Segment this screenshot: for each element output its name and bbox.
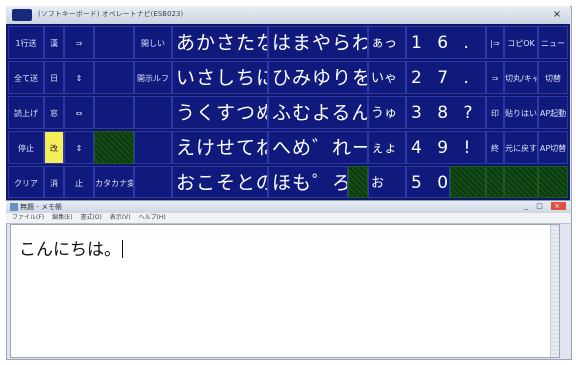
- key-kana-row-ho[interactable]: ほも゜ろ: [268, 166, 348, 198]
- key-katakana-convert[interactable]: カタカナ変: [94, 166, 134, 198]
- keyboard-app-icon: [12, 9, 32, 21]
- key-stop[interactable]: 停止: [8, 131, 44, 164]
- key-nichi[interactable]: 日: [44, 61, 64, 94]
- key-blank-4[interactable]: [134, 96, 172, 129]
- menu-file[interactable]: ファイル(F): [12, 213, 44, 223]
- key-kana-row-a[interactable]: あかさたな: [172, 26, 268, 59]
- key-small-kana-4[interactable]: ぇょ: [368, 131, 406, 164]
- key-new[interactable]: 開しい: [134, 26, 172, 59]
- key-window[interactable]: 窓: [44, 96, 64, 129]
- key-kana-row-hi[interactable]: ひみゆりを: [268, 61, 368, 94]
- key-kana-row-he[interactable]: へめ゛れー: [268, 131, 368, 164]
- key-copy-ok[interactable]: コピOK: [504, 26, 538, 59]
- key-numbers-4[interactable]: 4 9 ! 」: [406, 131, 486, 164]
- key-highlight-5[interactable]: [504, 166, 538, 198]
- key-arrow-updown[interactable]: ⇕: [64, 61, 94, 94]
- close-button[interactable]: ×: [550, 8, 564, 21]
- keyboard-title-bar[interactable]: (ソフトキーボード) オペレートナビ(ESB023) ×: [6, 6, 570, 25]
- key-blank-2[interactable]: [94, 61, 134, 94]
- notepad-edit-area[interactable]: こんにちは。: [10, 224, 560, 358]
- notepad-menu-bar: ファイル(F) 編集(E) 書式(O) 表示(V) ヘルプ(H): [6, 213, 570, 224]
- key-paste[interactable]: 貼りはい: [504, 96, 538, 129]
- notepad-close-button[interactable]: ×: [551, 202, 566, 210]
- key-blank-6[interactable]: [134, 166, 172, 198]
- key-highlight-4[interactable]: [486, 166, 504, 198]
- key-arrow-leftright[interactable]: ⇔: [64, 96, 94, 129]
- key-switch-app[interactable]: AP切替: [538, 131, 568, 164]
- key-jump-right-2[interactable]: ⇒: [486, 61, 504, 94]
- key-delete[interactable]: 消: [44, 166, 64, 198]
- notepad-icon: [10, 203, 18, 211]
- minimize-maximize-buttons[interactable]: _ □: [525, 202, 546, 210]
- key-kana-row-fu[interactable]: ふむよるん: [268, 96, 368, 129]
- key-end[interactable]: 終: [486, 131, 504, 164]
- key-kana-row-e[interactable]: えけせてね: [172, 131, 268, 164]
- key-read-aloud[interactable]: 読上げ: [8, 96, 44, 129]
- notepad-title: 無題 - メモ帳: [20, 203, 62, 211]
- key-print[interactable]: 印: [486, 96, 504, 129]
- key-blank[interactable]: [94, 26, 134, 59]
- key-undo[interactable]: 元に戻す: [504, 131, 538, 164]
- key-blank-5[interactable]: [134, 131, 172, 164]
- key-numbers-2[interactable]: 2 7 . ): [406, 61, 486, 94]
- key-arrow-right[interactable]: ⇒: [64, 26, 94, 59]
- key-kana-row-u[interactable]: うくすつぬ: [172, 96, 268, 129]
- notepad-title-bar[interactable]: 無題 - メモ帳 _ □ ×: [6, 200, 570, 213]
- notepad-text: こんにちは。: [19, 235, 123, 260]
- key-send-all[interactable]: 全て送: [8, 61, 44, 94]
- key-highlight-3[interactable]: [450, 166, 486, 198]
- key-highlight-2[interactable]: [348, 166, 368, 198]
- key-cut-cancel[interactable]: 切丸/キャン: [504, 61, 538, 94]
- key-numbers-5[interactable]: 5 0: [406, 166, 450, 198]
- key-highlight[interactable]: [94, 131, 134, 164]
- key-kana-row-o[interactable]: おこそとの: [172, 166, 268, 198]
- key-open-file[interactable]: 開示ルフ: [134, 61, 172, 94]
- key-arrow-updown-2[interactable]: ⇕: [64, 131, 94, 164]
- key-launch-app[interactable]: AP起動: [538, 96, 568, 129]
- key-numbers[interactable]: 1 6 . (: [406, 26, 486, 59]
- key-kan[interactable]: 漢: [44, 26, 64, 59]
- text-caret: [122, 240, 123, 258]
- key-clear[interactable]: クリア: [8, 166, 44, 198]
- menu-help[interactable]: ヘルプ(H): [139, 213, 166, 223]
- key-kana-row-ha[interactable]: はまやらわ: [268, 26, 368, 59]
- key-menu[interactable]: ニュー: [538, 26, 568, 59]
- key-small-kana-2[interactable]: いゃ: [368, 61, 406, 94]
- onscreen-keyboard: 1行送 漢 ⇒ 開しい あかさたな はまやらわ ぁっ 1 6 . ( |⇒ コピ…: [6, 24, 570, 200]
- window-buttons[interactable]: _ □ ×: [525, 202, 566, 210]
- key-newline[interactable]: 改: [44, 131, 64, 164]
- key-numbers-3[interactable]: 3 8 ? 「: [406, 96, 486, 129]
- key-1gyou-okuri[interactable]: 1行送: [8, 26, 44, 59]
- menu-format[interactable]: 書式(O): [80, 213, 101, 223]
- key-switch[interactable]: 切替: [538, 61, 568, 94]
- key-small-kana-5[interactable]: お: [368, 166, 406, 198]
- keyboard-title: (ソフトキーボード) オペレートナビ(ESB023): [38, 10, 184, 18]
- key-small-kana[interactable]: ぁっ: [368, 26, 406, 59]
- key-small-kana-3[interactable]: うゅ: [368, 96, 406, 129]
- menu-view[interactable]: 表示(V): [110, 213, 131, 223]
- key-kana-row-i[interactable]: いさしちに: [172, 61, 268, 94]
- key-blank-3[interactable]: [94, 96, 134, 129]
- key-stop-2[interactable]: 止: [64, 166, 94, 198]
- key-jump-right[interactable]: |⇒: [486, 26, 504, 59]
- vertical-scrollbar[interactable]: [550, 225, 559, 357]
- menu-edit[interactable]: 編集(E): [52, 213, 72, 223]
- key-highlight-6[interactable]: [538, 166, 568, 198]
- notepad-text-content: こんにちは。: [19, 240, 121, 260]
